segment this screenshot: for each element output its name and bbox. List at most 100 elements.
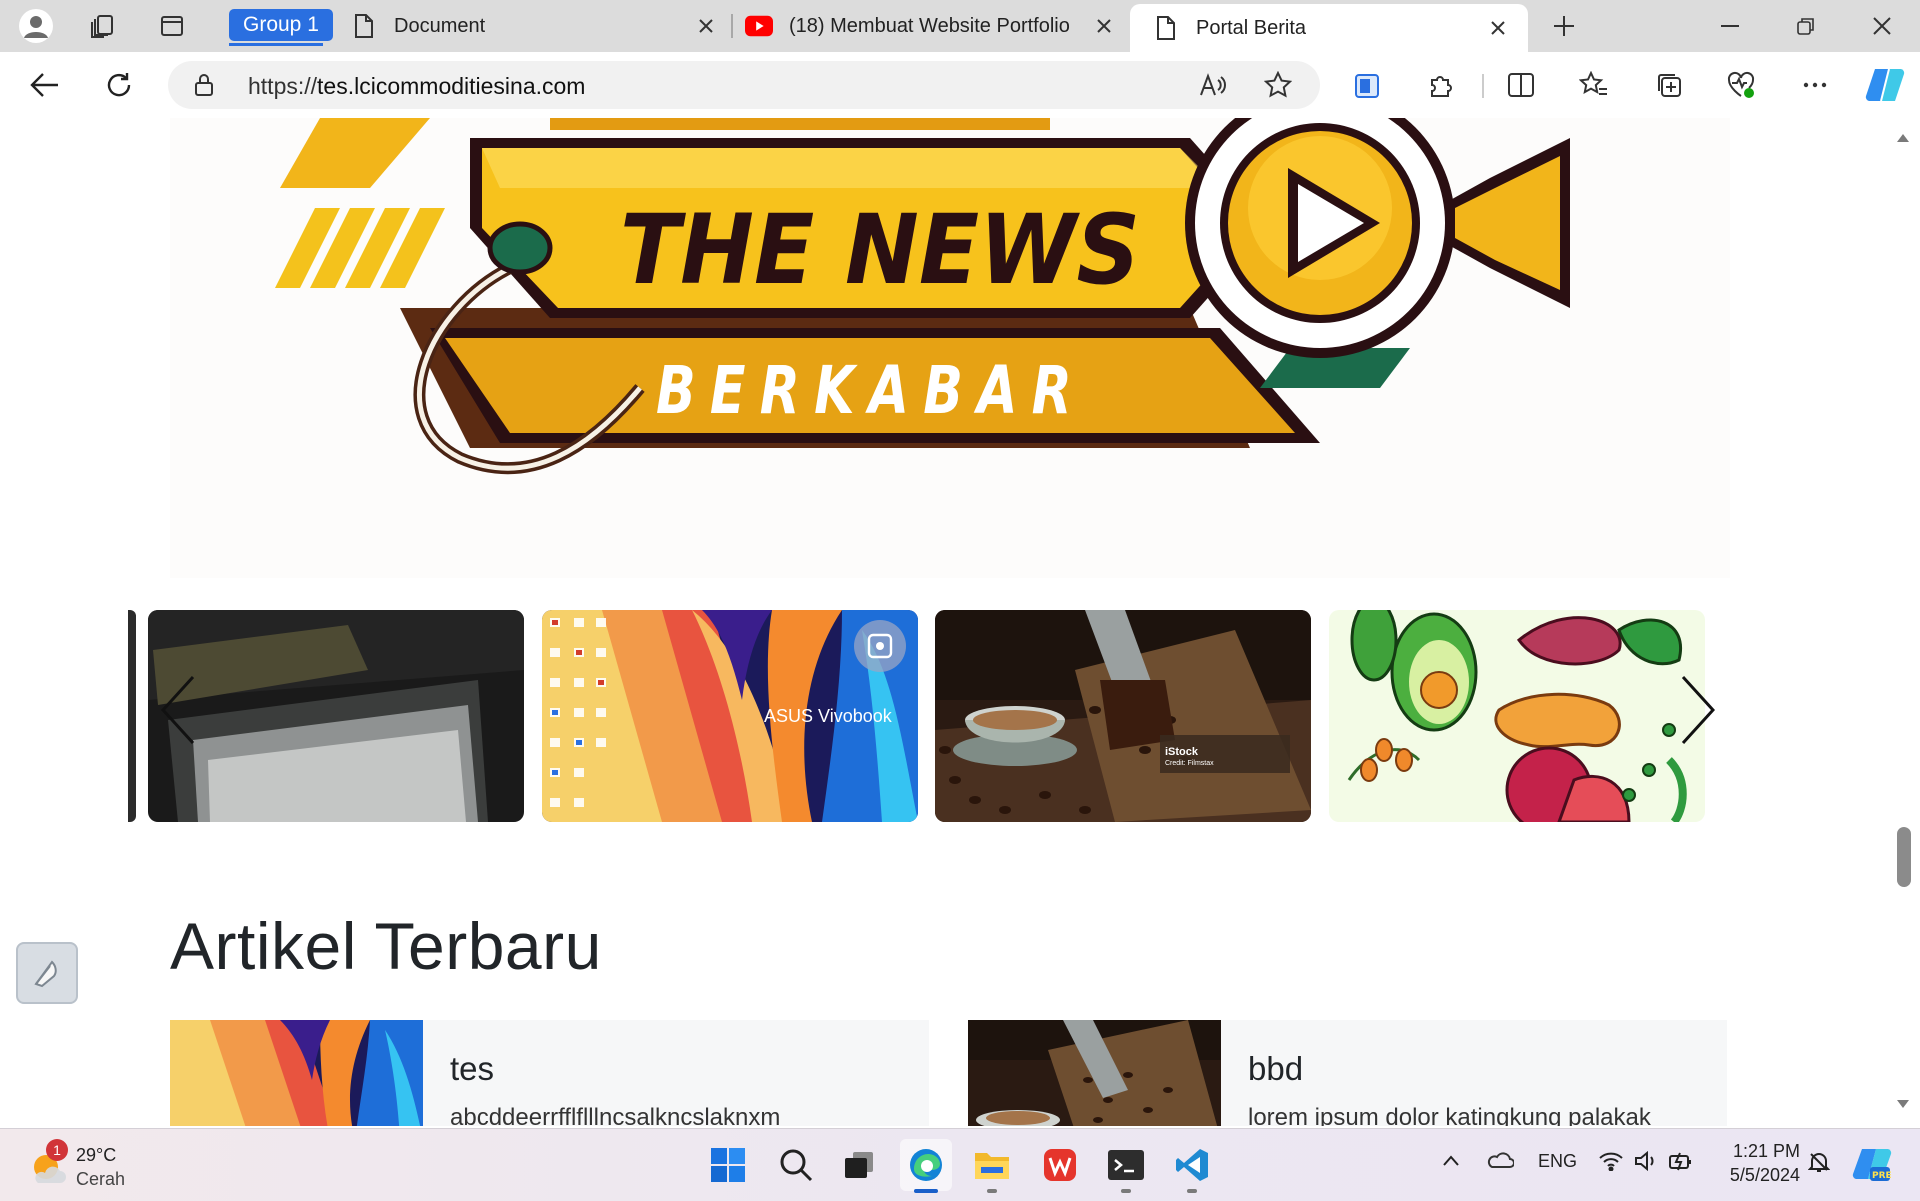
workspaces-icon[interactable] — [83, 6, 123, 46]
more-options-icon[interactable] — [1792, 62, 1838, 108]
carousel-next-button[interactable] — [1668, 660, 1728, 760]
youtube-icon — [745, 12, 773, 40]
lock-icon[interactable] — [194, 73, 214, 102]
tab-label: Document — [394, 14, 486, 37]
battery-icon[interactable] — [1668, 1151, 1694, 1176]
image-carousel: ASUS Vivobook iStock Credit: Filmstax — [128, 610, 1730, 822]
tab-label: (18) Membuat Website Portfolio — [789, 14, 1070, 37]
tab-document[interactable]: Document — [350, 6, 722, 46]
previous-slide-peek — [128, 610, 136, 822]
edge-taskbar-icon[interactable] — [900, 1139, 952, 1193]
tab-portal-berita[interactable]: Portal Berita — [1130, 4, 1528, 52]
onedrive-icon[interactable] — [1486, 1151, 1515, 1174]
search-icon[interactable] — [770, 1139, 822, 1191]
active-indicator — [914, 1189, 938, 1193]
task-view-icon[interactable] — [833, 1139, 885, 1191]
fruit-illustration — [1329, 610, 1705, 822]
scrollbar-thumb[interactable] — [1897, 827, 1911, 887]
coffee-photo — [935, 610, 1311, 822]
restore-icon[interactable] — [1776, 6, 1836, 46]
wifi-icon[interactable] — [1598, 1151, 1624, 1176]
slide-credit: Credit: Filmstax — [1165, 760, 1214, 767]
article-thumbnail — [968, 1020, 1221, 1126]
read-aloud-icon[interactable] — [1198, 71, 1226, 104]
article-excerpt: abcddeerrfflflllncsalkncslaknxm — [450, 1104, 781, 1126]
tab-actions-icon[interactable] — [152, 6, 192, 46]
profile-icon[interactable] — [16, 6, 56, 46]
banner-title: THE NEWS — [620, 194, 1140, 306]
article-title[interactable]: bbd — [1248, 1050, 1303, 1088]
scroll-down-icon[interactable] — [1896, 1096, 1910, 1114]
running-indicator — [1121, 1189, 1131, 1193]
tab-group-indicator — [229, 43, 323, 46]
weather-alert-badge: 1 — [46, 1139, 68, 1161]
copilot-taskbar-icon[interactable]: PRE — [1846, 1139, 1898, 1191]
section-heading: Artikel Terbaru — [170, 909, 602, 983]
split-screen-icon[interactable] — [1498, 62, 1544, 108]
copilot-icon[interactable] — [1862, 62, 1908, 108]
article-card[interactable]: bbd lorem ipsum dolor katingkung palakak — [968, 1020, 1727, 1126]
notification-bell-icon[interactable] — [1807, 1151, 1831, 1178]
running-indicator — [1187, 1189, 1197, 1193]
url-text[interactable]: https://tes.lcicommoditiesina.com — [248, 73, 585, 100]
tab-group-chip[interactable]: Group 1 — [229, 9, 333, 41]
favorite-star-icon[interactable] — [1263, 70, 1293, 104]
clock-date: 5/5/2024 — [1729, 1165, 1800, 1185]
weather-widget[interactable]: 1 29°C Cerah — [28, 1139, 158, 1191]
banner-subtitle: BERKABAR — [656, 352, 1086, 429]
clock[interactable]: 1:21 PM 5/5/2024 — [1700, 1139, 1800, 1187]
article-excerpt: lorem ipsum dolor katingkung palakak — [1248, 1104, 1651, 1126]
document-icon — [350, 12, 378, 40]
language-indicator[interactable]: ENG — [1538, 1151, 1577, 1172]
close-window-icon[interactable] — [1852, 6, 1912, 46]
slide-caption: ASUS Vivobook — [764, 706, 892, 726]
url-host: tes.lcicommoditiesina.com — [317, 73, 586, 99]
toolbar-divider — [1482, 74, 1484, 98]
article-thumbnail — [170, 1020, 423, 1126]
collections-icon[interactable] — [1646, 62, 1692, 108]
browser-essentials-icon[interactable] — [1718, 62, 1764, 108]
address-bar[interactable]: https://tes.lcicommoditiesina.com — [168, 61, 1320, 109]
start-button[interactable] — [702, 1139, 754, 1191]
article-card[interactable]: tes abcddeerrfflflllncsalkncslaknxm — [170, 1020, 929, 1126]
close-icon[interactable] — [690, 10, 722, 42]
carousel-slide[interactable] — [1329, 610, 1705, 822]
app-icon[interactable] — [1344, 62, 1390, 108]
floating-extension-button[interactable] — [16, 942, 78, 1004]
tab-divider — [731, 14, 733, 38]
new-tab-icon[interactable] — [1544, 6, 1584, 46]
file-explorer-icon[interactable] — [966, 1139, 1018, 1193]
close-icon[interactable] — [1482, 12, 1514, 44]
taskbar: 1 29°C Cerah ENG 1:21 PM 5/5/2024 PRE — [0, 1128, 1920, 1201]
document-icon — [1152, 14, 1180, 42]
carousel-slide[interactable]: ASUS Vivobook — [542, 610, 918, 822]
feather-icon — [34, 960, 57, 988]
favorites-icon[interactable] — [1571, 62, 1617, 108]
extensions-icon[interactable] — [1418, 62, 1464, 108]
tab-strip: Group 1 Document (18) Membuat Website Po… — [0, 0, 1920, 52]
clock-time: 1:21 PM — [1732, 1141, 1800, 1161]
terminal-icon[interactable] — [1100, 1139, 1152, 1193]
refresh-icon[interactable] — [96, 62, 142, 108]
volume-icon[interactable] — [1634, 1150, 1658, 1176]
tab-label: Portal Berita — [1196, 16, 1307, 39]
url-scheme: https:// — [248, 73, 318, 99]
running-indicator — [987, 1189, 997, 1193]
carousel-prev-button[interactable] — [148, 660, 208, 760]
back-icon[interactable] — [22, 62, 68, 108]
slide-watermark: iStock — [1165, 746, 1199, 758]
page-viewport: THE NEWS BERKABAR ASUS Vivobook iStock C… — [8, 118, 1895, 1126]
tab-youtube[interactable]: (18) Membuat Website Portfolio — [745, 6, 1120, 46]
svg-text:PRE: PRE — [1872, 1171, 1892, 1181]
close-icon[interactable] — [1088, 10, 1120, 42]
chevron-up-icon[interactable] — [1442, 1151, 1460, 1172]
article-title[interactable]: tes — [450, 1050, 494, 1088]
news-banner: THE NEWS BERKABAR — [170, 118, 1730, 578]
browser-toolbar: https://tes.lcicommoditiesina.com — [0, 52, 1920, 117]
minimize-icon[interactable] — [1700, 6, 1760, 46]
wps-office-icon[interactable] — [1034, 1139, 1086, 1191]
weather-condition: Cerah — [76, 1169, 126, 1189]
vscode-icon[interactable] — [1166, 1139, 1218, 1193]
scroll-up-icon[interactable] — [1896, 130, 1910, 148]
carousel-slide[interactable]: iStock Credit: Filmstax — [935, 610, 1311, 822]
